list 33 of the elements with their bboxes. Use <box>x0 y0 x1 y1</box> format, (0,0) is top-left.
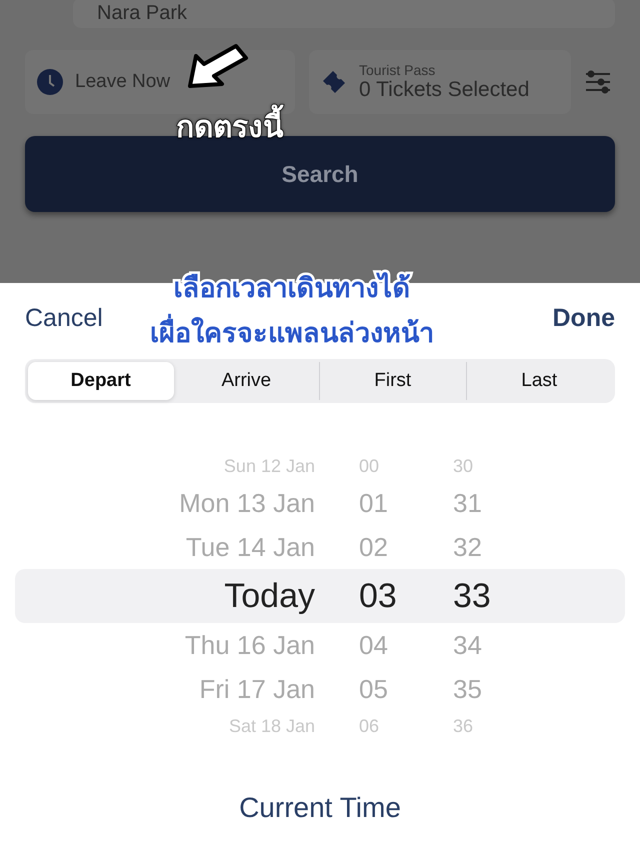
mode-tab[interactable]: First <box>319 362 466 400</box>
picker-row[interactable]: Today 03 33 <box>15 569 625 623</box>
hour-value: 04 <box>358 630 389 660</box>
day-value: Fri 17 Jan <box>198 674 316 704</box>
minute-value: 32 <box>452 532 483 562</box>
minute-value: 34 <box>452 630 483 660</box>
destination-field[interactable]: Nara Park <box>73 0 615 28</box>
mode-tab[interactable]: Arrive <box>174 362 319 400</box>
minute-value: 33 <box>452 576 492 616</box>
minute-value: 31 <box>452 488 483 518</box>
field-value: 0 Tickets Selected <box>359 78 530 102</box>
done-button[interactable]: Done <box>552 304 615 332</box>
mode-tab[interactable]: Last <box>466 362 612 400</box>
minute-value: 35 <box>452 674 483 704</box>
day-value: Thu 16 Jan <box>184 630 316 660</box>
hour-value: 01 <box>358 488 389 518</box>
cancel-button[interactable]: Cancel <box>25 304 103 332</box>
ticket-icon <box>321 69 347 95</box>
day-value: Today <box>223 576 316 616</box>
mode-tab[interactable]: Depart <box>28 362 174 400</box>
annotation-caption: เผื่อใครจะแพลนล่วงหน้า <box>150 311 434 354</box>
field-label: Leave Now <box>75 71 170 93</box>
hour-value: 05 <box>358 674 389 704</box>
field-caption: Tourist Pass <box>359 62 436 78</box>
day-value: Tue 14 Jan <box>184 532 316 562</box>
filter-icon[interactable] <box>585 69 611 95</box>
current-time-button[interactable]: Current Time <box>233 791 407 825</box>
clock-icon <box>37 69 63 95</box>
search-button[interactable]: Search <box>25 136 615 212</box>
day-value: Mon 13 Jan <box>178 488 316 518</box>
pass-field[interactable]: Tourist Pass 0 Tickets Selected <box>309 50 571 114</box>
hour-value: 03 <box>358 576 398 616</box>
hour-value: 02 <box>358 532 389 562</box>
